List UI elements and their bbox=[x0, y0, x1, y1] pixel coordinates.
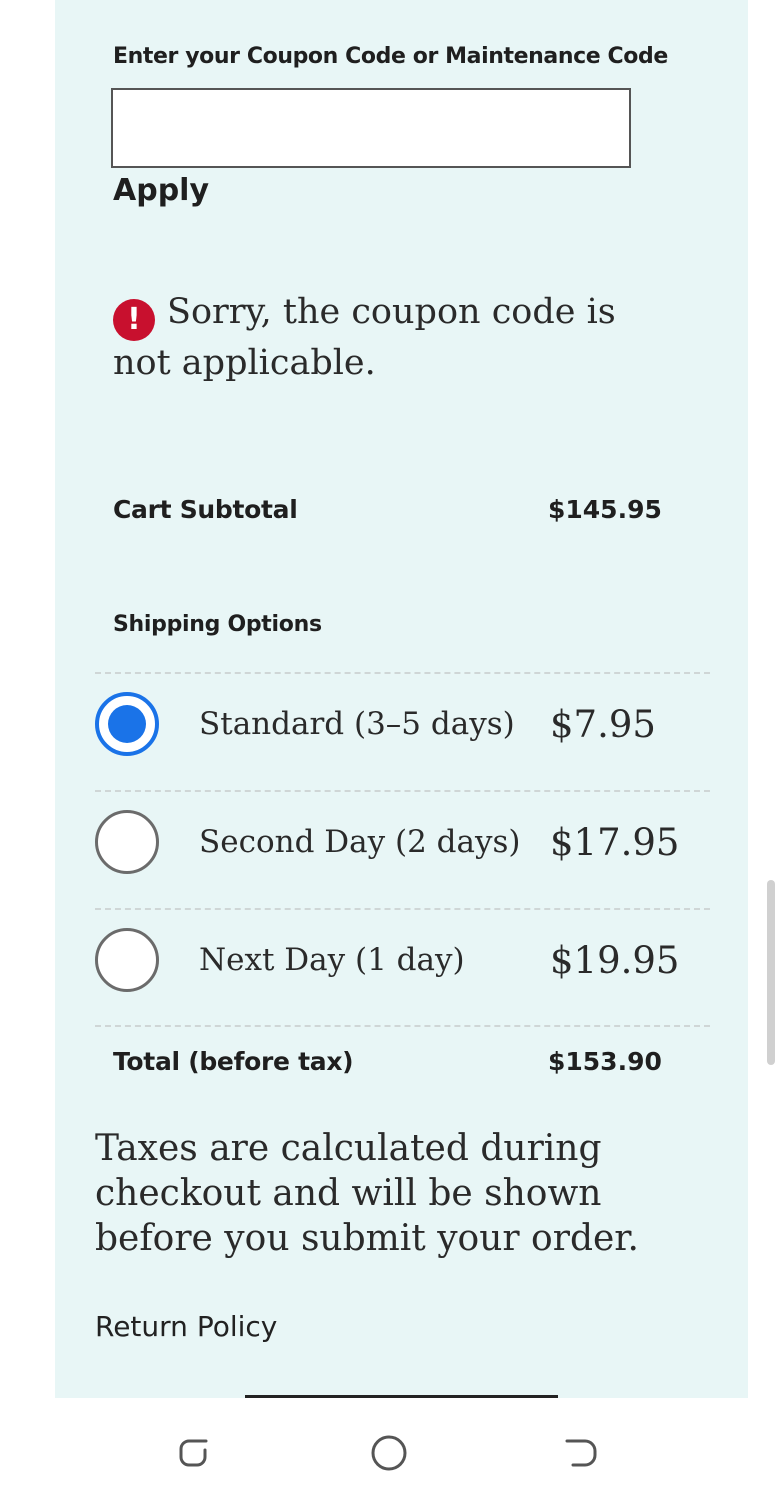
home-indicator bbox=[245, 1395, 558, 1398]
scrollbar[interactable] bbox=[767, 880, 775, 1065]
divider bbox=[95, 672, 710, 674]
shipping-option-second-day[interactable]: Second Day (2 days) $17.95 bbox=[93, 808, 713, 883]
shipping-option-price: $19.95 bbox=[550, 939, 680, 982]
apply-coupon-button[interactable]: Apply bbox=[113, 173, 209, 208]
divider bbox=[95, 1025, 710, 1027]
total-value: $153.90 bbox=[548, 1047, 662, 1076]
error-icon: ! bbox=[113, 299, 155, 341]
back-icon[interactable] bbox=[563, 1433, 603, 1473]
shipping-option-price: $7.95 bbox=[550, 703, 656, 746]
shipping-options-heading: Shipping Options bbox=[113, 612, 322, 637]
system-navigation-bar bbox=[0, 1400, 775, 1500]
radio-button-selected[interactable] bbox=[95, 692, 159, 756]
shipping-option-standard[interactable]: Standard (3–5 days) $7.95 bbox=[93, 690, 713, 765]
shipping-option-name: Standard (3–5 days) bbox=[199, 706, 515, 742]
divider bbox=[95, 790, 710, 792]
radio-button[interactable] bbox=[95, 928, 159, 992]
coupon-field-label: Enter your Coupon Code or Maintenance Co… bbox=[113, 44, 668, 69]
tax-note: Taxes are calculated during checkout and… bbox=[95, 1128, 639, 1259]
total-label: Total (before tax) bbox=[113, 1047, 354, 1076]
coupon-error-text: Sorry, the coupon code is not applicable… bbox=[113, 292, 616, 383]
coupon-input[interactable] bbox=[111, 88, 631, 168]
shipping-option-name: Second Day (2 days) bbox=[199, 824, 521, 860]
shipping-option-price: $17.95 bbox=[550, 821, 680, 864]
cart-subtotal-value: $145.95 bbox=[548, 495, 662, 524]
cart-subtotal-label: Cart Subtotal bbox=[113, 495, 298, 524]
home-icon[interactable] bbox=[369, 1433, 409, 1473]
radio-button[interactable] bbox=[95, 810, 159, 874]
divider bbox=[95, 908, 710, 910]
coupon-error-message: ! Sorry, the coupon code is not applicabl… bbox=[113, 290, 653, 386]
return-policy-link[interactable]: Return Policy bbox=[95, 1310, 277, 1343]
shipping-option-next-day[interactable]: Next Day (1 day) $19.95 bbox=[93, 926, 713, 1001]
recents-icon[interactable] bbox=[175, 1433, 215, 1473]
shipping-option-name: Next Day (1 day) bbox=[199, 942, 465, 978]
